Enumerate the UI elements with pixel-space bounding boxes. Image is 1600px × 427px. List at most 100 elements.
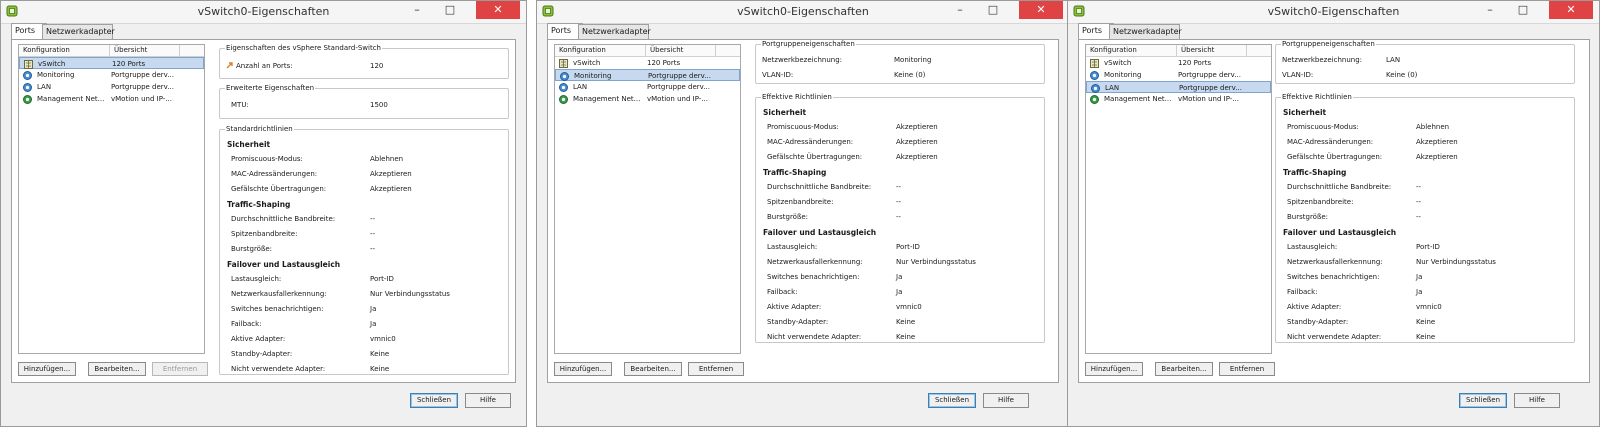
promiscuous-label: Promiscuous-Modus: <box>1287 123 1359 131</box>
list-item-monitoring[interactable]: Monitoring Portgruppe derv... <box>1086 69 1271 81</box>
failover-heading: Failover und Lastausgleich <box>1283 228 1397 237</box>
list-item-monitoring[interactable]: Monitoring Portgruppe derv... <box>19 69 204 81</box>
remove-button[interactable]: Entfernen <box>688 362 744 376</box>
list-item-vswitch[interactable]: vSwitch 120 Ports <box>19 57 204 69</box>
close-icon[interactable]: ✕ <box>1549 1 1593 19</box>
add-button[interactable]: Hinzufügen... <box>554 362 612 376</box>
column-overview[interactable]: Übersicht <box>114 46 147 54</box>
failback-value: Ja <box>370 320 377 328</box>
unused-adapters-label: Nicht verwendete Adapter: <box>767 333 862 341</box>
column-configuration[interactable]: Konfiguration <box>23 46 70 54</box>
edit-button[interactable]: Bearbeiten... <box>88 362 146 376</box>
minimize-icon[interactable]: – <box>947 1 973 19</box>
standby-adapters-value: Keine <box>370 350 390 358</box>
standby-adapters-value: Keine <box>896 318 916 326</box>
minimize-icon[interactable]: – <box>1477 1 1503 19</box>
list-item-vswitch[interactable]: vSwitch 120 Ports <box>555 57 740 69</box>
maximize-icon[interactable]: □ <box>437 1 463 19</box>
list-header: Konfiguration Übersicht <box>555 45 740 57</box>
column-divider[interactable] <box>645 45 646 56</box>
unused-adapters-label: Nicht verwendete Adapter: <box>231 365 326 373</box>
close-button[interactable]: Schließen <box>1459 393 1507 408</box>
close-icon[interactable]: ✕ <box>1019 1 1063 19</box>
minimize-icon[interactable]: – <box>404 1 430 19</box>
title-bar[interactable]: vSwitch0-Eigenschaften – □ ✕ <box>537 1 1069 24</box>
forged-value: Akzeptieren <box>370 185 412 193</box>
close-icon[interactable]: ✕ <box>476 1 520 19</box>
notify-switches-value: Ja <box>1416 273 1423 281</box>
list-item-management-network[interactable]: Management Net... vMotion und IP-... <box>555 93 740 105</box>
help-button[interactable]: Hilfe <box>465 393 511 408</box>
remove-button[interactable]: Entfernen <box>1219 362 1275 376</box>
default-policies-group: Standardrichtlinien Sicherheit Promiscuo… <box>219 125 509 375</box>
avg-bandwidth-label: Durchschnittliche Bandbreite: <box>767 183 872 191</box>
configuration-list[interactable]: Konfiguration Übersicht vSwitch 120 Port… <box>554 44 741 354</box>
maximize-icon[interactable]: □ <box>1510 1 1536 19</box>
remove-button[interactable]: Entfernen <box>152 362 208 376</box>
failback-label: Failback: <box>767 288 798 296</box>
active-adapters-label: Aktive Adapter: <box>231 335 286 343</box>
close-button[interactable]: Schließen <box>410 393 458 408</box>
group-title: Standardrichtlinien <box>225 125 294 133</box>
tab-network-adapters[interactable]: Netzwerkadapter <box>42 24 115 39</box>
column-divider[interactable] <box>109 45 110 56</box>
list-item-summary: 120 Ports <box>647 59 681 67</box>
promiscuous-label: Promiscuous-Modus: <box>231 155 303 163</box>
peak-bandwidth-value: -- <box>896 198 902 206</box>
security-heading: Sicherheit <box>763 108 807 117</box>
active-adapters-label: Aktive Adapter: <box>1287 303 1342 311</box>
unused-adapters-value: Keine <box>1416 333 1436 341</box>
peak-bandwidth-label: Spitzenbandbreite: <box>1287 198 1354 206</box>
list-item-lan[interactable]: LAN Portgruppe derv... <box>555 81 740 93</box>
vswitch-icon <box>559 59 568 68</box>
maximize-icon[interactable]: □ <box>980 1 1006 19</box>
vswitch-icon <box>1090 59 1099 68</box>
help-button[interactable]: Hilfe <box>1514 393 1560 408</box>
list-item-name: vSwitch <box>573 59 601 67</box>
column-divider[interactable] <box>1176 45 1177 56</box>
add-button[interactable]: Hinzufügen... <box>18 362 76 376</box>
help-button[interactable]: Hilfe <box>983 393 1029 408</box>
column-divider[interactable] <box>1246 45 1247 56</box>
configuration-list[interactable]: Konfiguration Übersicht vSwitch 120 Port… <box>1085 44 1272 354</box>
list-item-monitoring[interactable]: Monitoring Portgruppe derv... <box>555 69 740 81</box>
list-item-management-network[interactable]: Management Net... vMotion und IP-... <box>19 93 204 105</box>
column-divider[interactable] <box>179 45 180 56</box>
list-item-summary: 120 Ports <box>1178 59 1212 67</box>
vmkernel-icon <box>1090 95 1099 104</box>
portgroup-properties-group: Portgruppeneigenschaften Netzwerkbezeich… <box>755 40 1045 84</box>
tab-network-adapters[interactable]: Netzwerkadapter <box>578 24 651 39</box>
promiscuous-value: Ablehnen <box>370 155 404 163</box>
burst-label: Burstgröße: <box>231 245 273 253</box>
column-configuration[interactable]: Konfiguration <box>559 46 606 54</box>
configuration-list[interactable]: Konfiguration Übersicht vSwitch 120 Port… <box>18 44 205 354</box>
load-balancing-label: Lastausgleich: <box>231 275 282 283</box>
edit-button[interactable]: Bearbeiten... <box>624 362 682 376</box>
list-item-name: LAN <box>573 83 588 91</box>
edit-button[interactable]: Bearbeiten... <box>1155 362 1213 376</box>
column-overview[interactable]: Übersicht <box>1181 46 1214 54</box>
traffic-shaping-heading: Traffic-Shaping <box>227 200 291 209</box>
load-balancing-value: Port-ID <box>370 275 394 283</box>
close-button[interactable]: Schließen <box>928 393 976 408</box>
list-item-vswitch[interactable]: vSwitch 120 Ports <box>1086 57 1271 69</box>
add-button[interactable]: Hinzufügen... <box>1085 362 1143 376</box>
burst-value: -- <box>1416 213 1422 221</box>
dialog-window-vswitch: vSwitch0-Eigenschaften – □ ✕ Ports Netzw… <box>0 0 527 427</box>
list-item-lan[interactable]: LAN Portgruppe derv... <box>19 81 204 93</box>
list-item-name: LAN <box>1105 84 1120 92</box>
vmkernel-icon <box>23 95 32 104</box>
list-item-lan[interactable]: LAN Portgruppe derv... <box>1086 81 1271 93</box>
notify-switches-value: Ja <box>370 305 377 313</box>
column-overview[interactable]: Übersicht <box>650 46 683 54</box>
avg-bandwidth-value: -- <box>896 183 902 191</box>
tab-network-adapters[interactable]: Netzwerkadapter <box>1109 24 1182 39</box>
column-configuration[interactable]: Konfiguration <box>1090 46 1137 54</box>
mac-changes-value: Akzeptieren <box>1416 138 1458 146</box>
list-item-name: Management Net... <box>37 95 105 103</box>
title-bar[interactable]: vSwitch0-Eigenschaften – □ ✕ <box>1068 1 1599 24</box>
list-item-management-network[interactable]: Management Net... vMotion und IP-... <box>1086 93 1271 105</box>
column-divider[interactable] <box>715 45 716 56</box>
failback-value: Ja <box>1416 288 1423 296</box>
title-bar[interactable]: vSwitch0-Eigenschaften – □ ✕ <box>1 1 526 24</box>
